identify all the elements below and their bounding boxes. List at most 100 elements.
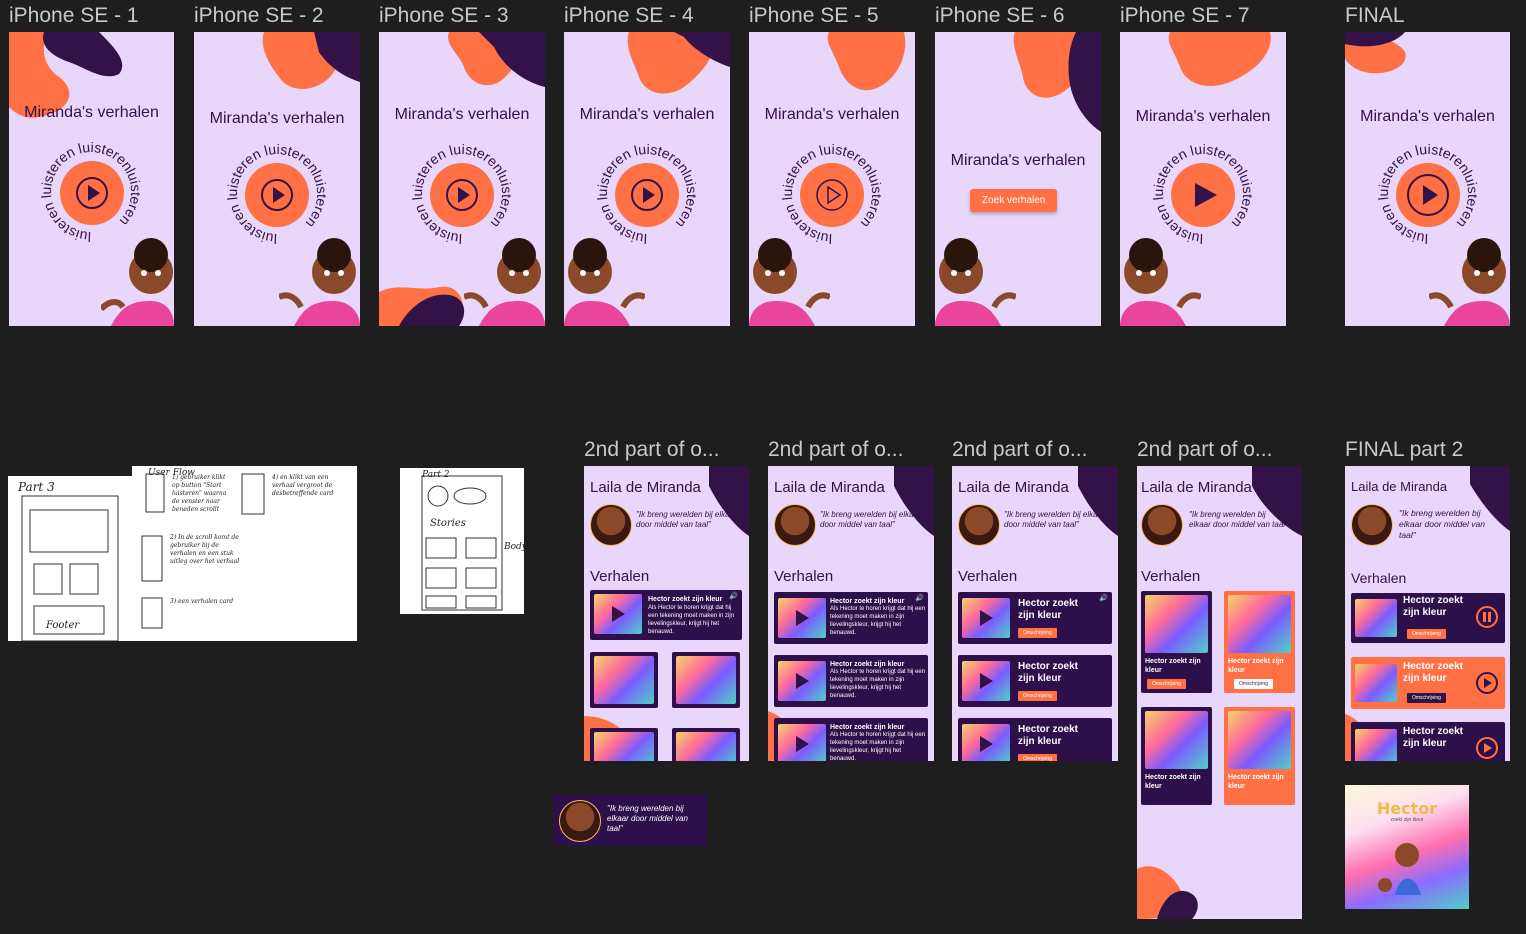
phone-frame-2[interactable]: Miranda's verhalen luisteren luisteren l… [194,32,360,326]
blob-purple-top [1068,32,1101,132]
play-button[interactable] [60,161,124,225]
story-card[interactable]: Hector zoekt zijn kleur [1141,707,1212,805]
phone-frame-4[interactable]: Miranda's verhalen luisteren luisteren l… [564,32,730,326]
sketch-part3[interactable]: Part 3 Footer [8,476,132,641]
story-title: Hector zoekt zijn kleur [1403,726,1464,749]
story-thumbnail [594,732,654,761]
quote-card-component[interactable]: "Ik breng werelden bij elkaar door midde… [553,795,707,846]
phone-frame-6[interactable]: Miranda's verhalen Zoek verhalen [935,32,1101,326]
author-name: Laila de Miranda [774,479,885,496]
story-card[interactable]: Hector zoekt zijn kleur Omschrijving [1141,591,1212,693]
frame-label-2nd-2[interactable]: 2nd part of o... [768,438,928,462]
play-button[interactable] [1171,163,1235,227]
frame-2nd-1[interactable]: Laila de Miranda "Ik breng werelden bij … [584,466,749,761]
story-card[interactable]: Hector zoekt zijn kleur Omschrijving [1351,593,1505,643]
book-cover[interactable]: Hector zoekt zijn kleur [1345,785,1469,909]
phone-frame-7[interactable]: Miranda's verhalen luisteren luisteren l… [1120,32,1286,326]
sketch-wireframe [21,495,119,641]
story-card[interactable]: Hector zoekt zijn kleur [1224,707,1295,805]
play-button[interactable] [800,163,864,227]
story-card[interactable]: Hector zoekt zijn kleur Omschrijving [958,718,1112,761]
frame-label-5[interactable]: iPhone SE - 5 [749,4,919,28]
story-card[interactable]: Hector zoekt zijn kleur Als Hector te ho… [774,592,928,644]
story-desc: Als Hector te horen krijgt dat hij een t… [648,605,735,635]
play-button[interactable] [615,163,679,227]
blob-purple-top [479,32,545,87]
verhalen-heading: Verhalen [958,568,1018,585]
play-icon[interactable] [980,736,993,752]
frame-label-3[interactable]: iPhone SE - 3 [379,4,549,28]
story-title: Hector zoekt zijn kleur [1018,598,1079,621]
play-icon[interactable] [796,610,809,626]
story-card[interactable]: Hector zoekt zijn kleur Als Hector te ho… [774,655,928,707]
story-card[interactable]: Hector zoekt zijn kleur Als Hector te ho… [774,718,928,761]
sketch-stories-label: Stories [430,518,466,529]
phone-frame-5[interactable]: Miranda's verhalen luisteren luisteren l… [749,32,915,326]
pause-button[interactable] [1476,606,1498,628]
book-illustration [1378,843,1421,895]
play-icon[interactable] [612,606,625,622]
sketch-part2[interactable]: Part 2 Stories Body [400,468,524,614]
frame-label-1[interactable]: iPhone SE - 1 [9,4,179,28]
play-icon[interactable] [796,673,809,689]
story-card[interactable]: Hector zoekt zijn kleur Omschrijving [1351,657,1505,709]
story-card[interactable] [590,652,658,708]
play-button[interactable] [1476,672,1498,694]
play-icon[interactable] [980,673,993,689]
play-icon [76,177,108,209]
girl-illustration [1120,238,1201,326]
omschrijving-button[interactable]: Omschrijving [1407,629,1446,639]
speaker-icon[interactable]: 🔊 [1099,594,1108,602]
play-icon[interactable] [796,736,809,752]
frame-2nd-2[interactable]: Laila de Miranda "Ik breng werelden bij … [768,466,934,761]
story-card[interactable]: Hector zoekt zijn kleur Als Hector te ho… [590,590,742,640]
omschrijving-button[interactable]: Omschrijving [1018,754,1057,761]
frame-label-2nd-4[interactable]: 2nd part of o... [1137,438,1297,462]
frame-label-final[interactable]: FINAL [1345,4,1515,28]
omschrijving-button[interactable]: Omschrijving [1234,679,1273,689]
omschrijving-button[interactable]: Omschrijving [1018,628,1057,638]
story-title: Hector zoekt zijn kleur [1018,661,1079,684]
story-card[interactable]: Hector zoekt zijn kleur [1351,722,1505,761]
story-card[interactable]: Hector zoekt zijn kleur Omschrijving 🔊 [958,592,1112,644]
story-card[interactable]: Hector zoekt zijn kleur Omschrijving [958,655,1112,707]
frame-2nd-4[interactable]: Laila de Miranda "Ik breng werelden bij … [1137,466,1302,919]
app-title: Miranda's verhalen [209,110,345,127]
play-button[interactable] [1396,163,1460,227]
story-card[interactable]: Hector zoekt zijn kleur Omschrijving [1224,591,1295,693]
story-card[interactable] [672,652,740,708]
play-button[interactable] [1476,737,1498,759]
frame-final-part2[interactable]: Laila de Miranda "Ik breng werelden bij … [1345,466,1510,761]
play-button[interactable] [245,163,309,227]
frame-label-final-part2[interactable]: FINAL part 2 [1345,438,1515,462]
frame-label-6[interactable]: iPhone SE - 6 [935,4,1105,28]
phone-frame-1[interactable]: Miranda's verhalen luisteren luisteren l… [9,32,174,326]
app-title: Miranda's verhalen [764,106,900,123]
speaker-icon[interactable]: 🔊 [915,594,924,602]
omschrijving-button[interactable]: Omschrijving [1407,693,1446,703]
story-title: Hector zoekt zijn kleur [1018,724,1079,747]
zoek-verhalen-button[interactable]: Zoek verhalen [970,189,1058,212]
omschrijving-button[interactable]: Omschrijving [1018,691,1057,701]
phone-frame-final[interactable]: Miranda's verhalen luisteren luisteren l… [1345,32,1510,326]
omschrijving-button[interactable]: Omschrijving [1147,679,1186,689]
frame-2nd-3[interactable]: Laila de Miranda "Ik breng werelden bij … [952,466,1118,761]
sketch-userflow[interactable]: User Flow 1) gebruiker klikt op button "… [132,466,357,641]
story-card[interactable] [672,728,740,761]
story-thumbnail [1228,711,1291,769]
pause-icon [1483,612,1491,622]
story-card[interactable] [590,728,658,761]
frame-label-4[interactable]: iPhone SE - 4 [564,4,734,28]
frame-label-7[interactable]: iPhone SE - 7 [1120,4,1290,28]
frame-label-2[interactable]: iPhone SE - 2 [194,4,364,28]
story-title: Hector zoekt zijn kleur [1145,774,1201,790]
phone-frame-3[interactable]: Miranda's verhalen luisteren luisteren l… [379,32,545,326]
speaker-icon[interactable]: 🔊 [729,592,738,600]
story-title: Hector zoekt zijn kleur [1228,774,1284,790]
frame-label-2nd-3[interactable]: 2nd part of o... [952,438,1112,462]
play-icon[interactable] [980,610,993,626]
play-button[interactable] [430,163,494,227]
story-desc: Als Hector te horen krijgt dat hij een t… [830,669,926,699]
verhalen-heading: Verhalen [1141,568,1201,585]
frame-label-2nd-1[interactable]: 2nd part of o... [584,438,744,462]
